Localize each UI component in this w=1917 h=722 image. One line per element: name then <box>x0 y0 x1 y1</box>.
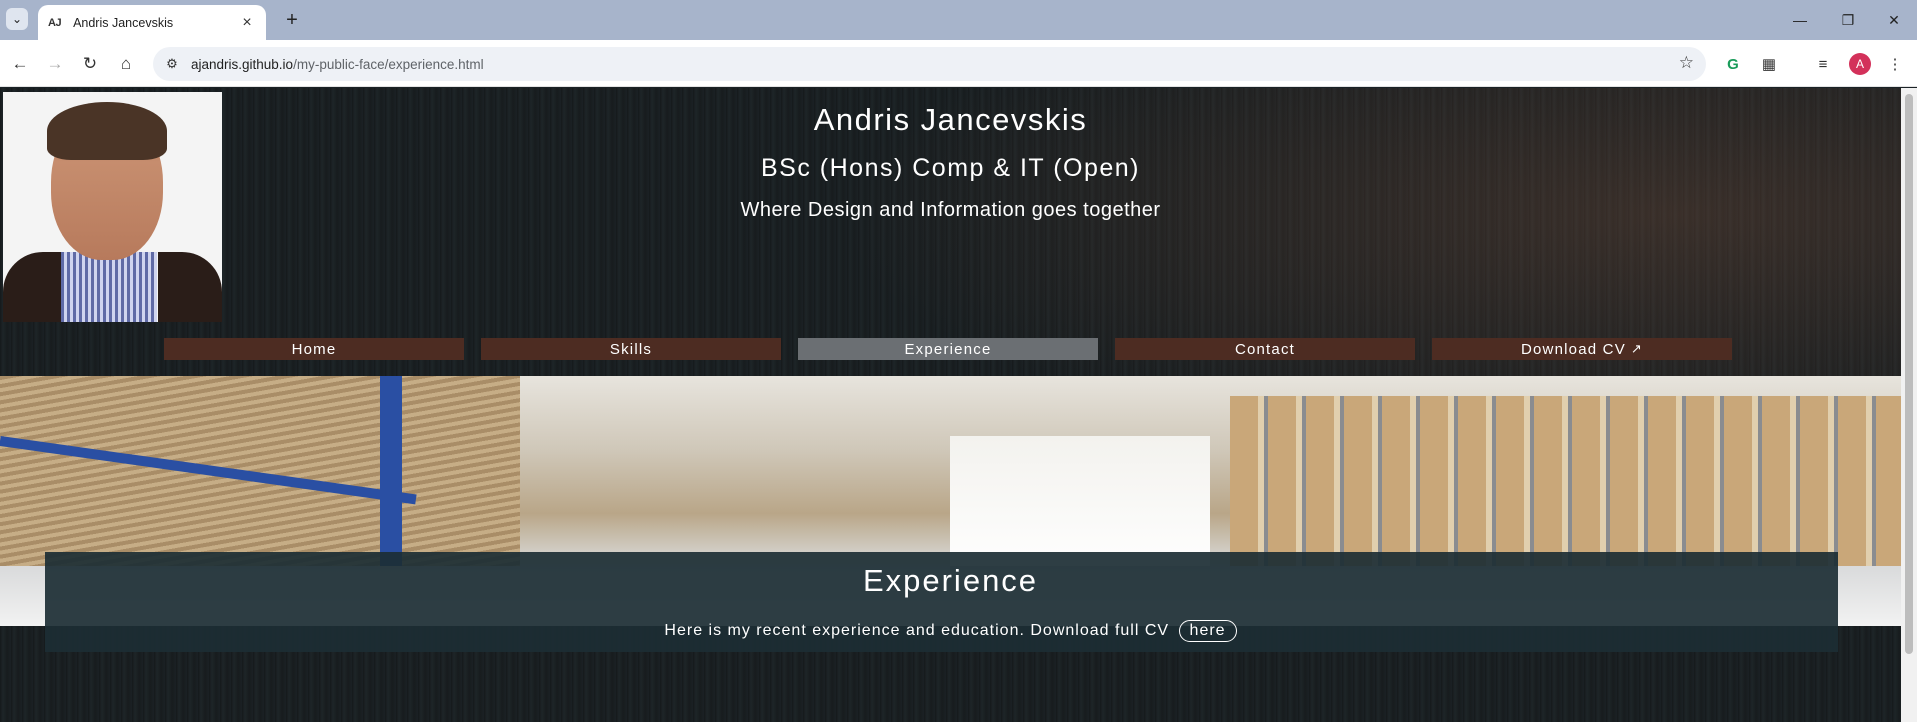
tab-strip: ⌄ AJ Andris Jancevskis × + — ❐ ✕ <box>0 0 1917 40</box>
profile-avatar[interactable]: A <box>1849 53 1871 75</box>
nav-skills-label: Skills <box>609 340 653 358</box>
scrollbar-thumb[interactable] <box>1905 94 1913 654</box>
page-scrollbar[interactable] <box>1901 88 1917 722</box>
tab-list-icon[interactable]: ⌄ <box>6 8 28 30</box>
bookmark-star-icon[interactable]: ☆ <box>1679 53 1694 73</box>
nav-download-cv[interactable]: Download CV ↗ <box>1432 338 1732 360</box>
nav-download-cv-label: Download CV <box>1520 340 1626 358</box>
intro-text: Here is my recent experience and educati… <box>664 622 1170 639</box>
site-name: Andris Jancevskis <box>813 102 1088 137</box>
nav-contact[interactable]: Contact <box>1115 338 1415 360</box>
url-path: /my-public-face/experience.html <box>293 56 484 72</box>
download-cv-link[interactable]: here <box>1178 620 1237 642</box>
nav-skills[interactable]: Skills <box>481 338 781 360</box>
browser-tab[interactable]: AJ Andris Jancevskis × <box>38 5 266 40</box>
close-icon[interactable]: × <box>238 14 256 32</box>
external-link-icon: ↗ <box>1630 341 1643 356</box>
section-title: Experience <box>862 563 1039 598</box>
home-icon[interactable]: ⌂ <box>114 52 138 76</box>
forward-icon[interactable]: → <box>43 52 67 76</box>
nav-contact-label: Contact <box>1234 340 1296 358</box>
browser-toolbar: ← → ↻ ⌂ ⚙ ajandris.github.io/my-public-f… <box>0 40 1917 87</box>
window-close-icon[interactable]: ✕ <box>1874 6 1914 34</box>
menu-icon[interactable]: ⋮ <box>1884 53 1906 75</box>
new-tab-icon[interactable]: + <box>280 8 304 32</box>
media-icon[interactable]: ≡ <box>1812 53 1834 75</box>
section-intro: Here is my recent experience and educati… <box>0 620 1901 642</box>
grammarly-icon[interactable]: G <box>1722 53 1744 75</box>
site-info-icon[interactable]: ⚙ <box>157 49 187 79</box>
site-degree: BSc (Hons) Comp & IT (Open) <box>760 154 1141 182</box>
url-text[interactable]: ajandris.github.io/my-public-face/experi… <box>191 57 484 72</box>
back-icon[interactable]: ← <box>8 52 32 76</box>
tab-title: Andris Jancevskis <box>73 15 174 30</box>
restore-icon[interactable]: ❐ <box>1828 6 1868 34</box>
minimize-icon[interactable]: — <box>1780 6 1820 34</box>
nav-home[interactable]: Home <box>164 338 464 360</box>
reload-icon[interactable]: ↻ <box>78 52 102 76</box>
extensions-icon[interactable]: ▦ <box>1758 53 1780 75</box>
nav-experience-label: Experience <box>904 340 992 358</box>
url-host: ajandris.github.io <box>191 56 294 72</box>
tab-favicon: AJ <box>48 16 62 29</box>
nav-experience[interactable]: Experience <box>798 338 1098 360</box>
nav-home-label: Home <box>291 340 337 358</box>
address-bar[interactable]: ⚙ ajandris.github.io/my-public-face/expe… <box>153 47 1706 81</box>
site-tagline: Where Design and Information goes togeth… <box>740 199 1161 221</box>
